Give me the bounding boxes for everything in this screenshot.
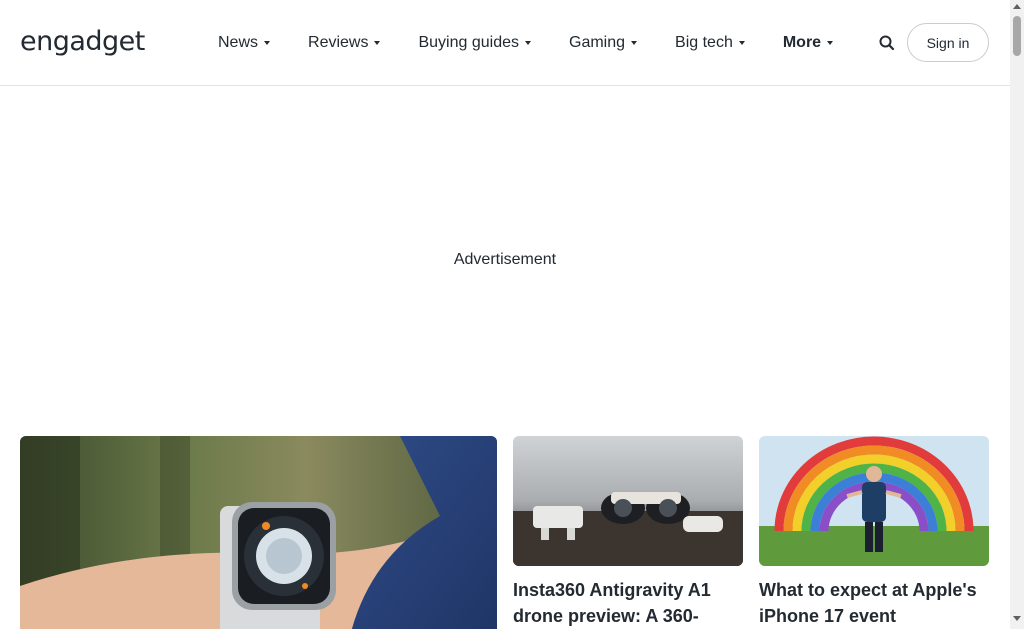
- caret-down-icon: [374, 41, 381, 45]
- nav-reviews-label: Reviews: [308, 34, 369, 51]
- nav-big-tech[interactable]: Big tech: [675, 34, 745, 52]
- scroll-down-arrow-icon[interactable]: [1013, 616, 1021, 621]
- story-thumbnail[interactable]: [759, 436, 989, 566]
- search-icon[interactable]: [878, 34, 896, 52]
- advertisement-label: Advertisement: [453, 251, 557, 268]
- nav-gaming-label: Gaming: [569, 34, 626, 51]
- page-scrollbar[interactable]: [1010, 0, 1024, 629]
- caret-down-icon: [631, 41, 638, 45]
- hero-story-image[interactable]: [20, 436, 497, 629]
- nav-reviews[interactable]: Reviews: [308, 34, 381, 52]
- scroll-up-arrow-icon[interactable]: [1013, 4, 1021, 9]
- caret-down-icon: [264, 41, 271, 45]
- story-card[interactable]: What to expect at Apple's iPhone 17 even…: [759, 436, 989, 629]
- nav-big-tech-label: Big tech: [675, 34, 733, 51]
- nav-buying-guides-label: Buying guides: [418, 34, 519, 51]
- engadget-logo[interactable]: engadget: [20, 26, 156, 58]
- caret-down-icon: [827, 41, 834, 45]
- main-nav: News Reviews Buying guides Gaming Big te…: [218, 0, 871, 86]
- story-title[interactable]: Insta360 Antigravity A1 drone preview: A…: [513, 577, 743, 629]
- sign-in-button[interactable]: Sign in: [907, 23, 989, 62]
- sign-in-label: Sign in: [926, 34, 970, 51]
- svg-text:engadget: engadget: [20, 26, 145, 57]
- page: engadget News Reviews Buying guides Gami…: [0, 0, 1010, 629]
- site-header: engadget News Reviews Buying guides Gami…: [0, 0, 1010, 86]
- nav-news-label: News: [218, 34, 259, 51]
- story-card[interactable]: Insta360 Antigravity A1 drone preview: A…: [513, 436, 743, 629]
- story-thumbnail[interactable]: [513, 436, 743, 566]
- advertisement-slot: Advertisement: [0, 86, 1010, 436]
- nav-gaming[interactable]: Gaming: [569, 34, 638, 52]
- scrollbar-thumb[interactable]: [1013, 16, 1021, 56]
- nav-news[interactable]: News: [218, 34, 271, 52]
- caret-down-icon: [738, 41, 745, 45]
- nav-buying-guides[interactable]: Buying guides: [418, 34, 531, 52]
- nav-more[interactable]: More: [782, 34, 834, 52]
- caret-down-icon: [525, 41, 531, 45]
- nav-more-label: More: [782, 34, 822, 51]
- story-title[interactable]: What to expect at Apple's iPhone 17 even…: [759, 577, 989, 629]
